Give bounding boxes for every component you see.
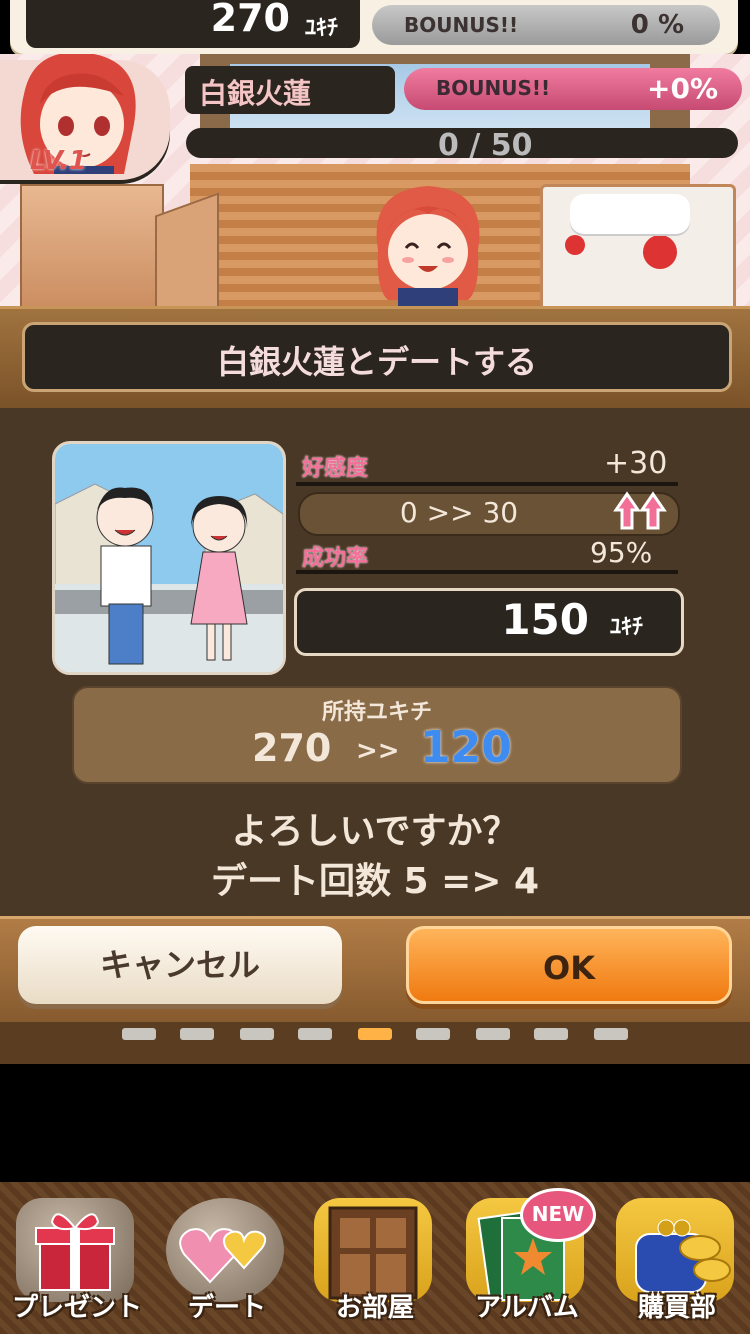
affinity-range: 0 >> 30 xyxy=(399,496,519,529)
wallet-arrow: >> xyxy=(356,736,400,766)
affinity-label: 好感度 xyxy=(302,456,369,481)
cardboard-box-flap xyxy=(155,192,219,306)
page-dot xyxy=(534,1028,568,1040)
chibi-character[interactable] xyxy=(368,180,488,306)
nav-shop-label: 購買部 xyxy=(637,1293,716,1323)
nav-room-label: お部屋 xyxy=(335,1293,414,1323)
money-display: 270 ﾕｷﾁ xyxy=(26,0,360,48)
double-up-arrow-icon xyxy=(613,491,667,530)
money-value: 270 xyxy=(210,0,290,40)
character-bonus-label: BOUNUS!! xyxy=(436,76,551,100)
nav-present[interactable]: プレゼント xyxy=(6,1190,148,1330)
new-badge: NEW xyxy=(520,1188,596,1242)
exp-progress-bar: 0 / 50 xyxy=(186,128,738,163)
wallet-label: 所持ユキチ xyxy=(321,700,432,725)
page-dot xyxy=(476,1028,510,1040)
page-dot xyxy=(240,1028,274,1040)
confirm-question: よろしいですか？ xyxy=(231,811,519,852)
ok-button[interactable]: OK xyxy=(406,926,732,1004)
date-illustration xyxy=(52,441,286,675)
page-dot-active xyxy=(358,1028,392,1040)
dialog-title-box: 白銀火蓮とデートする xyxy=(22,322,732,392)
cost-value: 150 xyxy=(501,595,589,644)
nav-album[interactable]: NEW アルバム xyxy=(456,1188,598,1330)
page-dot xyxy=(298,1028,332,1040)
bed-pillow xyxy=(570,194,690,234)
level-badge: LV.1 xyxy=(30,146,88,176)
cardboard-box xyxy=(20,184,164,306)
wallet-panel: 所持ユキチ 270 >> 120 xyxy=(72,686,682,784)
page-dot xyxy=(416,1028,450,1040)
success-rate-label: 成功率 xyxy=(302,546,369,571)
wallet-after: 120 xyxy=(420,722,512,773)
cost-display: 150 ﾕｷﾁ xyxy=(294,588,684,656)
page-dot xyxy=(180,1028,214,1040)
date-couple-image xyxy=(55,444,283,672)
cancel-button[interactable]: キャンセル xyxy=(18,926,342,1004)
bonus-top-label: BOUNUS!! xyxy=(404,13,519,37)
success-rate-value: 95% xyxy=(590,536,653,569)
nav-shop[interactable]: 購買部 xyxy=(606,1190,748,1330)
character-name-bar: 白銀火蓮 xyxy=(185,66,395,114)
character-name: 白銀火蓮 xyxy=(199,77,312,110)
nav-album-label: アルバム xyxy=(475,1293,579,1323)
character-bonus-value: +0% xyxy=(647,72,718,105)
character-bonus-pill: BOUNUS!! +0% xyxy=(404,68,742,110)
cost-unit: ﾕｷﾁ xyxy=(609,615,643,640)
affinity-gain: +30 xyxy=(604,446,668,481)
affinity-divider xyxy=(296,482,678,486)
money-unit: ﾕｷﾁ xyxy=(304,16,338,41)
date-count-change: デート回数 5 => 4 xyxy=(210,861,540,902)
page-indicator-strip xyxy=(0,1022,750,1064)
page-dot xyxy=(594,1028,628,1040)
success-divider xyxy=(296,570,678,574)
nav-date[interactable]: デート xyxy=(156,1190,298,1330)
bonus-top-pill: BOUNUS!! 0 % xyxy=(372,5,720,45)
wallet-current: 270 xyxy=(252,726,332,770)
nav-present-label: プレゼント xyxy=(11,1293,142,1323)
nav-room[interactable]: お部屋 xyxy=(304,1190,446,1330)
bonus-top-value: 0 % xyxy=(630,10,684,40)
dialog-title: 白銀火蓮とデートする xyxy=(216,343,537,381)
nav-date-label: デート xyxy=(187,1293,266,1323)
exp-text: 0 / 50 xyxy=(438,128,533,163)
page-dot xyxy=(122,1028,156,1040)
